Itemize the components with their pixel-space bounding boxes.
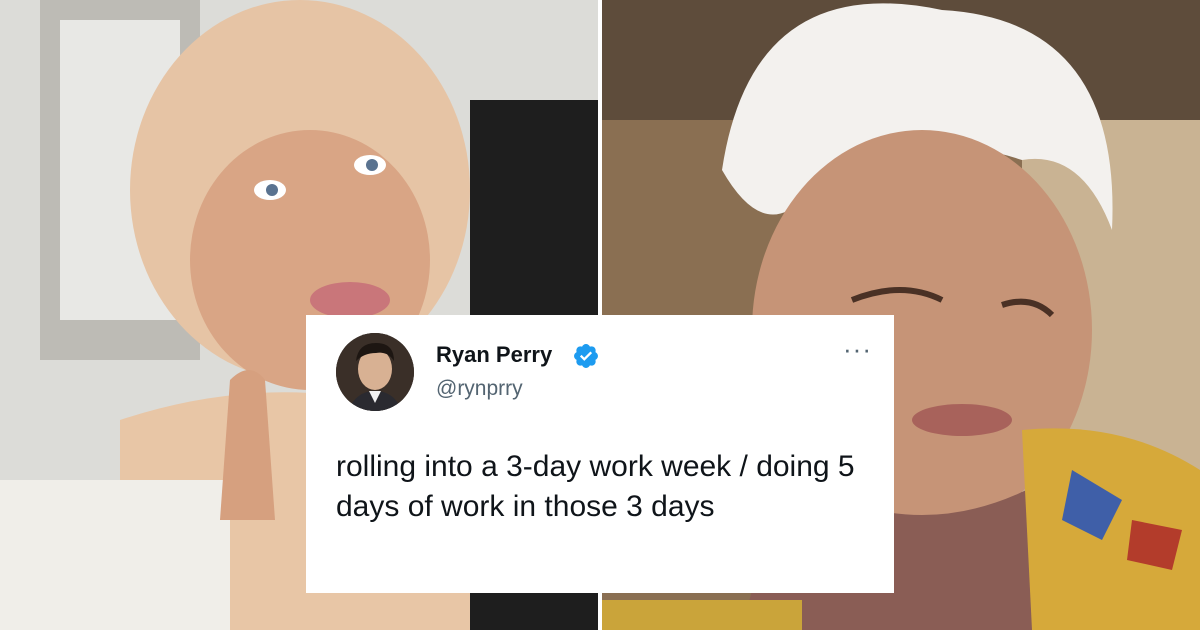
more-options-icon[interactable]: ··· xyxy=(843,336,872,362)
author-name[interactable]: Ryan Perry xyxy=(436,342,552,368)
tweet-card[interactable]: Ryan Perry @rynprry ··· rolling into a 3… xyxy=(306,315,894,593)
verified-badge-icon xyxy=(574,344,598,368)
author-handle[interactable]: @rynprry xyxy=(436,377,523,401)
avatar[interactable] xyxy=(336,333,414,411)
avatar-image xyxy=(336,333,414,411)
tweet-text: rolling into a 3-day work week / doing 5… xyxy=(336,450,855,523)
meme-image: Ryan Perry @rynprry ··· rolling into a 3… xyxy=(0,0,1200,630)
